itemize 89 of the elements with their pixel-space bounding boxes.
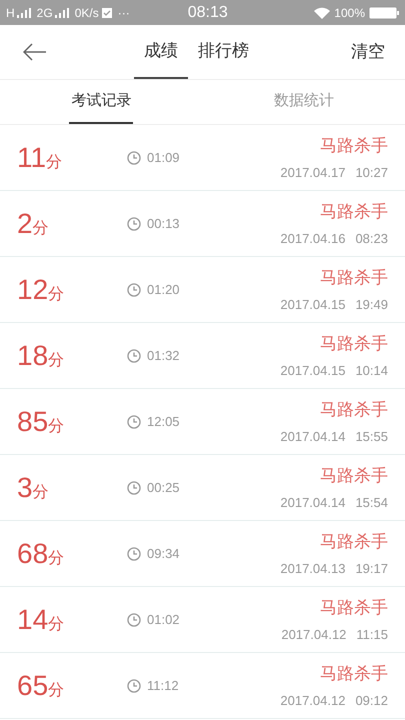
- clock-icon: [127, 546, 141, 560]
- clear-button[interactable]: 清空: [351, 39, 385, 65]
- record-time: 10:27: [355, 164, 388, 182]
- clipboard-icon: [102, 7, 112, 18]
- record-title: 马路杀手: [320, 597, 388, 619]
- record-row[interactable]: 65分 11:12 马路杀手 2017.04.12 09:12: [0, 653, 405, 719]
- score: 85: [17, 404, 48, 438]
- score: 14: [17, 602, 48, 636]
- record-title: 马路杀手: [320, 201, 388, 223]
- clock-icon: [127, 612, 141, 626]
- record-title: 马路杀手: [320, 333, 388, 355]
- sub-tab[interactable]: 考试记录: [69, 80, 134, 124]
- record-date: 2017.04.15: [280, 296, 346, 314]
- record-date: 2017.04.17: [280, 164, 346, 182]
- score-unit: 分: [48, 614, 64, 634]
- record-title: 马路杀手: [320, 663, 388, 685]
- score-unit: 分: [48, 350, 64, 370]
- clock-icon: [127, 150, 141, 164]
- record-row[interactable]: 2分 00:13 马路杀手 2017.04.16 08:23: [0, 191, 405, 257]
- score-unit: 分: [32, 482, 49, 502]
- score: 12: [17, 272, 48, 306]
- battery-icon: [369, 6, 399, 18]
- more-notifications: ···: [118, 4, 130, 22]
- network-label: H: [6, 4, 15, 22]
- score: 65: [17, 668, 48, 702]
- duration: 09:34: [147, 544, 180, 563]
- record-date: 2017.04.12: [280, 692, 346, 710]
- record-date: 2017.04.12: [281, 626, 346, 644]
- record-title: 马路杀手: [320, 267, 388, 289]
- clock-icon: [127, 348, 141, 362]
- record-date: 2017.04.16: [280, 230, 346, 248]
- record-row[interactable]: 85分 12:05 马路杀手 2017.04.14 15:55: [0, 389, 405, 455]
- record-title: 马路杀手: [320, 135, 388, 157]
- record-title: 马路杀手: [320, 399, 388, 421]
- network-label: 2G: [36, 4, 53, 22]
- duration: 01:02: [147, 610, 180, 629]
- record-row[interactable]: 3分 00:25 马路杀手 2017.04.14 15:54: [0, 455, 405, 521]
- duration: 01:09: [147, 148, 180, 167]
- back-arrow-icon: [23, 43, 47, 61]
- record-title: 马路杀手: [320, 465, 388, 487]
- clock-icon: [127, 480, 141, 494]
- duration: 01:20: [147, 280, 180, 299]
- score: 18: [17, 338, 48, 372]
- score: 11: [17, 140, 46, 174]
- record-time: 19:49: [355, 296, 388, 314]
- duration: 11:12: [147, 676, 179, 695]
- record-time: 08:23: [355, 230, 388, 248]
- wifi-icon: [314, 6, 330, 18]
- record-time: 15:55: [355, 428, 388, 446]
- battery-percent: 100%: [334, 4, 365, 22]
- clock-icon: [127, 282, 141, 296]
- header-tab[interactable]: 排行榜: [188, 25, 259, 79]
- record-row[interactable]: 12分 01:20 马路杀手 2017.04.15 19:49: [0, 257, 405, 323]
- duration: 01:32: [147, 346, 180, 365]
- clock: 08:13: [188, 2, 228, 22]
- record-date: 2017.04.14: [280, 428, 346, 446]
- record-title: 马路杀手: [320, 531, 388, 553]
- score: 3: [17, 470, 33, 504]
- score-unit: 分: [48, 416, 64, 436]
- record-row[interactable]: 11分 01:09 马路杀手 2017.04.17 10:27: [0, 125, 405, 191]
- score-unit: 分: [48, 680, 64, 700]
- record-time: 09:12: [355, 692, 388, 710]
- record-date: 2017.04.14: [280, 494, 346, 512]
- score-unit: 分: [46, 152, 62, 172]
- record-row[interactable]: 18分 01:32 马路杀手 2017.04.15 10:14: [0, 323, 405, 389]
- score: 2: [17, 206, 33, 240]
- network-speed: 0K/s: [74, 4, 99, 22]
- clock-icon: [127, 216, 141, 230]
- signal-icon: [54, 8, 69, 18]
- header-tab[interactable]: 成绩: [134, 25, 188, 79]
- record-row[interactable]: 68分 09:34 马路杀手 2017.04.13 19:17: [0, 521, 405, 587]
- record-time: 10:14: [355, 362, 388, 380]
- score-unit: 分: [32, 218, 49, 238]
- signal-icon: [16, 8, 31, 18]
- score: 68: [17, 536, 48, 570]
- duration: 12:05: [147, 412, 180, 431]
- record-date: 2017.04.13: [280, 560, 346, 578]
- score-unit: 分: [48, 284, 64, 304]
- clock-icon: [127, 414, 141, 428]
- record-time: 15:54: [355, 494, 388, 512]
- clock-icon: [127, 678, 141, 692]
- record-date: 2017.04.15: [280, 362, 346, 380]
- record-time: 11:15: [356, 626, 388, 644]
- record-row[interactable]: 14分 01:02 马路杀手 2017.04.12 11:15: [0, 587, 405, 653]
- duration: 00:13: [147, 214, 180, 233]
- duration: 00:25: [147, 478, 180, 497]
- sub-tab[interactable]: 数据统计: [272, 80, 336, 124]
- record-time: 19:17: [355, 560, 388, 578]
- score-unit: 分: [48, 548, 64, 568]
